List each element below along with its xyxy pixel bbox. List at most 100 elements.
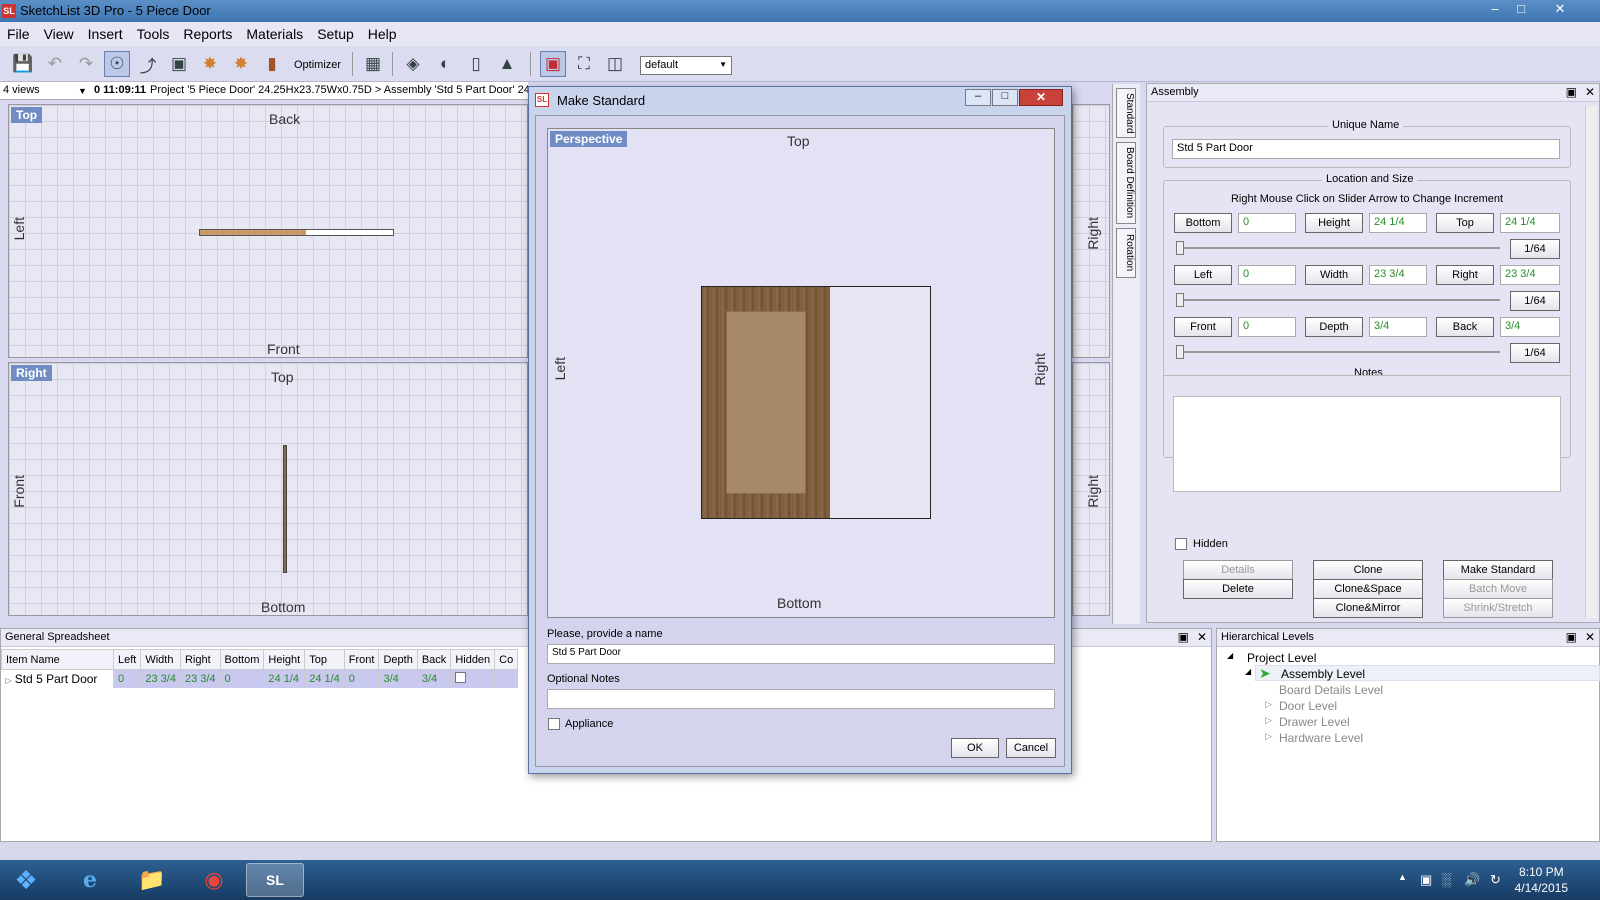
tray-expand-icon[interactable]: ▲	[1398, 872, 1407, 882]
item-name-cell[interactable]: ▷ Std 5 Part Door	[1, 669, 114, 688]
right-view-pane[interactable]: Right Top Bottom Front	[8, 362, 528, 616]
start-button[interactable]: ❖	[0, 863, 52, 897]
internet-explorer-icon[interactable]: e	[62, 863, 118, 897]
minimize-button[interactable]: –	[1482, 0, 1508, 18]
clone-mirror-button[interactable]: Clone&Mirror	[1313, 598, 1423, 618]
top-field[interactable]: 24 1/4	[1500, 213, 1560, 233]
column-header[interactable]: Left	[112, 649, 142, 670]
clock[interactable]: 8:10 PM 4/14/2015	[1515, 864, 1568, 896]
tree-item-door-level[interactable]: Door Level	[1279, 699, 1337, 713]
menu-view[interactable]: View	[37, 22, 81, 42]
expand-icon[interactable]: ◢	[1227, 651, 1233, 660]
table-cell[interactable]: 0	[113, 669, 142, 688]
column-header[interactable]: Hidden	[450, 649, 496, 670]
optimizer-label[interactable]: Optimizer	[294, 59, 341, 71]
chevron-down-icon[interactable]: ▼	[78, 86, 87, 96]
height-field[interactable]: 24 1/4	[1369, 213, 1427, 233]
grid-icon[interactable]: ▦	[360, 51, 386, 77]
make-standard-button[interactable]: Make Standard	[1443, 560, 1553, 580]
views-select[interactable]: 4 views	[3, 84, 40, 96]
perspective-preview[interactable]: Perspective Top Bottom Left Right	[547, 128, 1055, 618]
save-icon[interactable]: 💾	[10, 51, 36, 77]
left-slider-knob[interactable]	[1176, 293, 1184, 307]
fit-view-icon[interactable]: ⛶	[571, 51, 597, 77]
sketchlist-taskbar-icon[interactable]: SL	[246, 863, 304, 897]
clone-space-button[interactable]: Clone&Space	[1313, 579, 1423, 599]
close-icon[interactable]: ✕	[1585, 630, 1595, 644]
tab-standard[interactable]: Standard	[1116, 88, 1136, 138]
optional-notes-input[interactable]	[547, 689, 1055, 709]
chrome-icon[interactable]: ◉	[186, 863, 242, 897]
perspective-view-pane[interactable]: Right	[1072, 362, 1110, 616]
column-header[interactable]: Back	[416, 649, 452, 670]
float-icon[interactable]: ▣	[1566, 85, 1577, 99]
scrollbar[interactable]	[1585, 106, 1597, 618]
shrink-stretch-button[interactable]: Shrink/Stretch	[1443, 598, 1553, 618]
menu-materials[interactable]: Materials	[239, 22, 310, 42]
appliance-checkbox[interactable]	[548, 718, 560, 730]
tab-board-definition[interactable]: Board Definition	[1116, 142, 1136, 224]
column-header[interactable]: Front	[343, 649, 380, 670]
expand-icon[interactable]: ◢	[1245, 667, 1251, 676]
front-slider[interactable]	[1178, 351, 1500, 353]
close-icon[interactable]: ✕	[1197, 630, 1207, 644]
close-button[interactable]: ✕	[1542, 0, 1578, 18]
dialog-minimize-button[interactable]: –	[965, 89, 991, 106]
bottom-slider-knob[interactable]	[1176, 241, 1184, 255]
width-field[interactable]: 23 3/4	[1369, 265, 1427, 285]
bottom-increment-button[interactable]: 1/64	[1510, 239, 1560, 259]
zoom-view-icon[interactable]: ◫	[602, 51, 628, 77]
signal-icon[interactable]: ░	[1442, 872, 1451, 887]
table-row[interactable]: ▷ Std 5 Part Door 0 23 3/4 23 3/4 0 24 1…	[1, 669, 519, 688]
measure-tool-icon[interactable]: ⤴	[135, 51, 161, 77]
table-cell[interactable]	[494, 669, 519, 688]
ok-button[interactable]: OK	[951, 738, 999, 758]
dialog-maximize-button[interactable]: □	[992, 89, 1018, 106]
maximize-button[interactable]: □	[1508, 0, 1534, 18]
notes-textarea[interactable]	[1173, 396, 1561, 492]
top-view-pane[interactable]: Top Back Front Left	[8, 104, 528, 358]
file-explorer-icon[interactable]: 📁	[124, 863, 180, 897]
delete-button[interactable]: Delete	[1183, 579, 1293, 599]
table-cell[interactable]: 3/4	[378, 669, 418, 688]
height-button[interactable]: Height	[1305, 213, 1363, 233]
network-device-icon[interactable]: ▣	[1420, 872, 1432, 888]
clone-button[interactable]: Clone	[1313, 560, 1423, 580]
tree-item-board-details-level[interactable]: Board Details Level	[1279, 683, 1383, 697]
dialog-close-button[interactable]: ✕	[1019, 89, 1063, 106]
table-cell[interactable]: 23 3/4	[140, 669, 181, 688]
redo-icon[interactable]: ↷	[73, 51, 99, 77]
column-header[interactable]: Width	[140, 649, 181, 670]
select-tool-icon[interactable]: ☉	[104, 51, 130, 77]
column-header[interactable]: Item Name	[1, 649, 114, 670]
column-header[interactable]: Depth	[378, 649, 418, 670]
bottom-slider[interactable]	[1178, 247, 1500, 249]
tree-item-assembly-level[interactable]: Assembly Level	[1281, 667, 1365, 681]
front-field[interactable]: 0	[1238, 317, 1296, 337]
hidden-cell[interactable]	[450, 669, 496, 688]
right-button[interactable]: Right	[1436, 265, 1494, 285]
camera-icon[interactable]: ▣	[166, 51, 192, 77]
table-cell[interactable]: 24 1/4	[263, 669, 306, 688]
menu-setup[interactable]: Setup	[310, 22, 361, 42]
bottom-button[interactable]: Bottom	[1174, 213, 1232, 233]
table-cell[interactable]: 23 3/4	[180, 669, 221, 688]
expand-icon[interactable]: ▷	[1265, 715, 1272, 726]
back-button[interactable]: Back	[1436, 317, 1494, 337]
expand-icon[interactable]: ▷	[1265, 731, 1272, 742]
front-slider-knob[interactable]	[1176, 345, 1184, 359]
menu-reports[interactable]: Reports	[176, 22, 239, 42]
door-icon[interactable]: ▯	[463, 51, 489, 77]
front-button[interactable]: Front	[1174, 317, 1232, 337]
tree-item-project-level[interactable]: Project Level	[1247, 651, 1316, 665]
undo-icon[interactable]: ↶	[42, 51, 68, 77]
volume-icon[interactable]: 🔊	[1464, 872, 1480, 888]
standard-name-input[interactable]: Std 5 Part Door	[547, 644, 1055, 664]
column-header[interactable]: Bottom	[219, 649, 265, 670]
front-increment-button[interactable]: 1/64	[1510, 343, 1560, 363]
width-button[interactable]: Width	[1305, 265, 1363, 285]
menu-insert[interactable]: Insert	[81, 22, 130, 42]
float-icon[interactable]: ▣	[1178, 630, 1189, 644]
details-button[interactable]: Details	[1183, 560, 1293, 580]
table-cell[interactable]: 24 1/4	[304, 669, 345, 688]
